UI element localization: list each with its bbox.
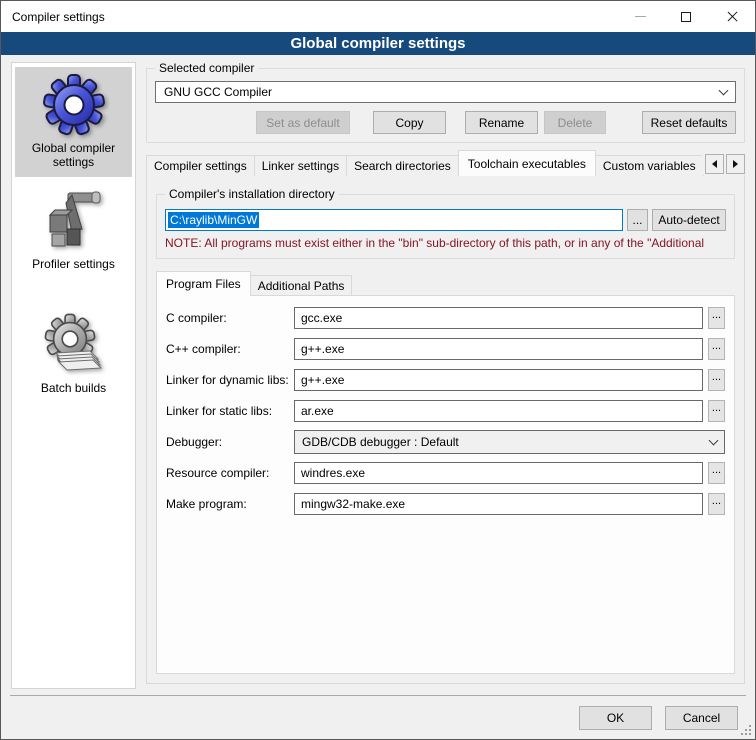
maximize-icon bbox=[681, 12, 691, 22]
title-bar: Compiler settings bbox=[1, 1, 755, 32]
delete-button[interactable]: Delete bbox=[544, 111, 606, 134]
compiler-actions: Set as default Copy Rename Delete Reset … bbox=[155, 111, 736, 134]
installation-directory-group: Compiler's installation directory C:\ray… bbox=[156, 194, 735, 259]
tab-linker-settings[interactable]: Linker settings bbox=[254, 155, 347, 176]
dialog-footer: OK Cancel bbox=[10, 695, 746, 739]
static-linker-row: Linker for static libs: ... bbox=[166, 400, 725, 422]
toolchain-executables-page: Compiler's installation directory C:\ray… bbox=[146, 175, 745, 684]
static-linker-browse-button[interactable]: ... bbox=[708, 400, 725, 422]
main-panel: Selected compiler GNU GCC Compiler Set a… bbox=[146, 62, 745, 689]
cpp-compiler-input[interactable] bbox=[294, 338, 703, 360]
ok-button[interactable]: OK bbox=[579, 706, 652, 730]
dialog-body: Global compiler settings Profiler settin… bbox=[1, 55, 755, 695]
installation-directory-row: C:\raylib\MinGW ... Auto-detect bbox=[165, 209, 726, 231]
dynamic-linker-row: Linker for dynamic libs: ... bbox=[166, 369, 725, 391]
make-program-input[interactable] bbox=[294, 493, 703, 515]
dynamic-linker-label: Linker for dynamic libs: bbox=[166, 373, 294, 387]
static-linker-input[interactable] bbox=[294, 400, 703, 422]
rename-button[interactable]: Rename bbox=[465, 111, 538, 134]
cpp-compiler-row: C++ compiler: ... bbox=[166, 338, 725, 360]
tab-scroll-right-button[interactable] bbox=[726, 154, 745, 174]
set-as-default-button[interactable]: Set as default bbox=[256, 111, 350, 134]
gear-blue-icon bbox=[42, 73, 106, 137]
sidebar-item-label: Batch builds bbox=[17, 381, 130, 395]
program-files-tabstrip: Program Files Additional Paths bbox=[156, 271, 735, 296]
resource-compiler-row: Resource compiler: ... bbox=[166, 462, 725, 484]
window-title: Compiler settings bbox=[1, 10, 105, 24]
chevron-down-icon bbox=[709, 435, 719, 445]
sidebar-item-label: Profiler settings bbox=[17, 257, 130, 271]
bin-subdirectory-note: NOTE: All programs must exist either in … bbox=[165, 236, 726, 250]
debugger-row: Debugger: GDB/CDB debugger : Default bbox=[166, 431, 725, 453]
profiler-caliper-icon bbox=[42, 189, 106, 253]
sidebar-item-batch-builds[interactable]: Batch builds bbox=[15, 307, 132, 403]
close-button[interactable] bbox=[709, 1, 755, 32]
compiler-settings-dialog: Compiler settings Global compiler settin… bbox=[0, 0, 756, 740]
c-compiler-label: C compiler: bbox=[166, 311, 294, 325]
selected-compiler-legend: Selected compiler bbox=[155, 61, 258, 76]
c-compiler-browse-button[interactable]: ... bbox=[708, 307, 725, 329]
resource-compiler-input[interactable] bbox=[294, 462, 703, 484]
selected-compiler-group: Selected compiler GNU GCC Compiler Set a… bbox=[146, 68, 745, 143]
installation-directory-input[interactable]: C:\raylib\MinGW bbox=[165, 209, 623, 231]
batch-builds-icon bbox=[42, 313, 106, 377]
reset-defaults-button[interactable]: Reset defaults bbox=[642, 111, 736, 134]
static-linker-label: Linker for static libs: bbox=[166, 404, 294, 418]
settings-sidebar: Global compiler settings Profiler settin… bbox=[11, 62, 136, 689]
resource-compiler-label: Resource compiler: bbox=[166, 466, 294, 480]
tab-custom-variables[interactable]: Custom variables bbox=[595, 155, 704, 176]
resize-grip[interactable] bbox=[741, 725, 752, 736]
tab-program-files[interactable]: Program Files bbox=[156, 271, 251, 296]
make-program-label: Make program: bbox=[166, 497, 294, 511]
resource-compiler-browse-button[interactable]: ... bbox=[708, 462, 725, 484]
arrow-right-icon bbox=[733, 160, 738, 168]
dynamic-linker-input[interactable] bbox=[294, 369, 703, 391]
minimize-icon bbox=[635, 16, 646, 17]
tab-toolchain-executables[interactable]: Toolchain executables bbox=[458, 150, 596, 176]
page-title: Global compiler settings bbox=[1, 32, 755, 55]
installation-directory-value: C:\raylib\MinGW bbox=[168, 212, 259, 228]
tab-search-directories[interactable]: Search directories bbox=[346, 155, 459, 176]
chevron-down-icon bbox=[719, 85, 729, 95]
program-files-page: C compiler: ... C++ compiler: ... Linker… bbox=[156, 295, 735, 674]
installation-directory-legend: Compiler's installation directory bbox=[165, 187, 339, 202]
make-program-row: Make program: ... bbox=[166, 493, 725, 515]
browse-directory-button[interactable]: ... bbox=[627, 209, 648, 231]
copy-button[interactable]: Copy bbox=[373, 111, 446, 134]
sidebar-item-label: Global compiler settings bbox=[17, 141, 130, 169]
tab-additional-paths[interactable]: Additional Paths bbox=[250, 275, 353, 296]
compiler-select[interactable]: GNU GCC Compiler bbox=[155, 81, 736, 103]
cpp-compiler-browse-button[interactable]: ... bbox=[708, 338, 725, 360]
maximize-button[interactable] bbox=[663, 1, 709, 32]
compiler-select-value: GNU GCC Compiler bbox=[164, 85, 272, 99]
c-compiler-input[interactable] bbox=[294, 307, 703, 329]
cpp-compiler-label: C++ compiler: bbox=[166, 342, 294, 356]
make-program-browse-button[interactable]: ... bbox=[708, 493, 725, 515]
close-icon bbox=[726, 10, 739, 23]
debugger-select[interactable]: GDB/CDB debugger : Default bbox=[294, 430, 725, 454]
tab-scroll-buttons bbox=[702, 152, 745, 175]
window-controls bbox=[617, 1, 755, 32]
dynamic-linker-browse-button[interactable]: ... bbox=[708, 369, 725, 391]
auto-detect-button[interactable]: Auto-detect bbox=[652, 209, 726, 231]
debugger-select-value: GDB/CDB debugger : Default bbox=[302, 435, 459, 449]
tab-scroll-left-button[interactable] bbox=[705, 154, 724, 174]
settings-tabstrip: Compiler settings Linker settings Search… bbox=[146, 150, 745, 176]
c-compiler-row: C compiler: ... bbox=[166, 307, 725, 329]
arrow-left-icon bbox=[712, 160, 717, 168]
sidebar-item-profiler-settings[interactable]: Profiler settings bbox=[15, 183, 132, 279]
sidebar-item-global-compiler-settings[interactable]: Global compiler settings bbox=[15, 67, 132, 177]
cancel-button[interactable]: Cancel bbox=[665, 706, 738, 730]
minimize-button[interactable] bbox=[617, 1, 663, 32]
tab-compiler-settings[interactable]: Compiler settings bbox=[146, 155, 255, 176]
debugger-label: Debugger: bbox=[166, 435, 294, 449]
